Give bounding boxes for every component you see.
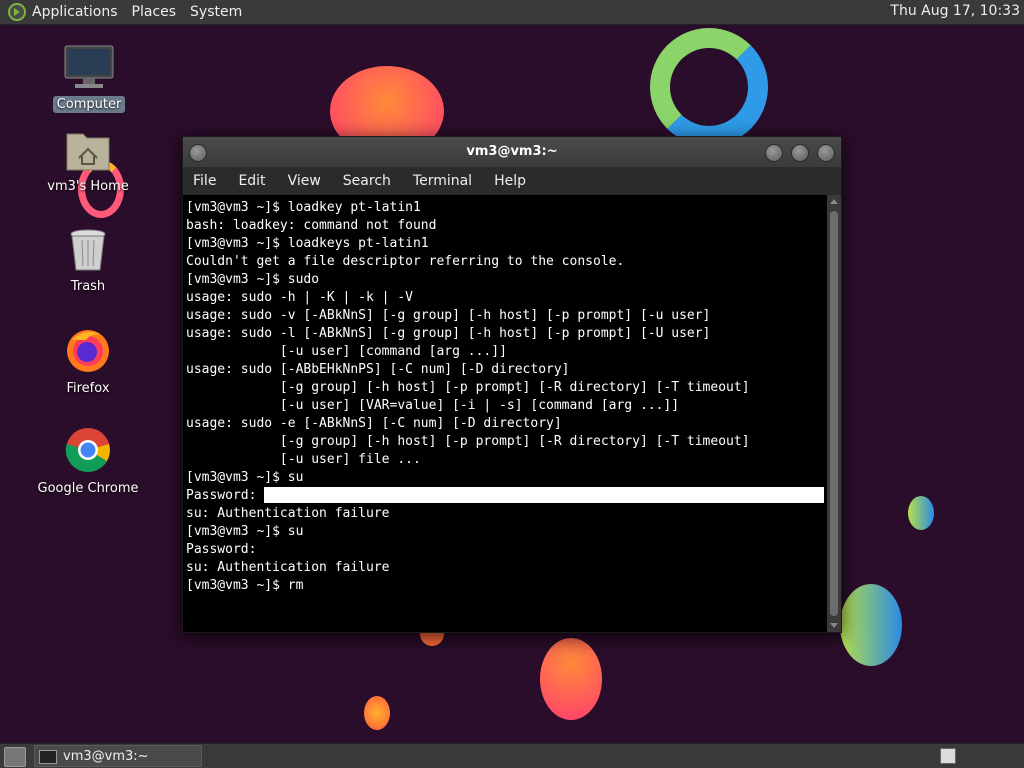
desktop-icon-firefox[interactable]: Firefox: [33, 326, 143, 397]
workspace-switcher[interactable]: [940, 748, 956, 764]
wallpaper-green-oval: [908, 496, 934, 530]
terminal-scrollbar[interactable]: [827, 195, 841, 632]
computer-icon: [64, 45, 114, 88]
clock[interactable]: Thu Aug 17, 10:33: [890, 3, 1020, 19]
desktop-icon-label: Computer: [52, 96, 126, 113]
taskbar-label: vm3@vm3:~: [63, 749, 149, 764]
desktop-icon-computer[interactable]: Computer: [34, 44, 144, 113]
chrome-icon: [65, 428, 110, 472]
window-title: vm3@vm3:~: [466, 144, 558, 159]
menu-search[interactable]: Search: [343, 173, 391, 189]
show-desktop-icon[interactable]: [4, 747, 26, 767]
menu-terminal[interactable]: Terminal: [413, 173, 472, 189]
terminal-output[interactable]: [vm3@vm3 ~]$ loadkey pt-latin1 bash: loa…: [183, 195, 827, 632]
desktop-icon-label: Firefox: [66, 381, 110, 396]
desktop-icon-chrome[interactable]: Google Chrome: [33, 426, 143, 497]
scroll-up-icon[interactable]: [830, 199, 838, 204]
taskbar-terminal-button[interactable]: vm3@vm3:~: [34, 745, 202, 767]
menu-view[interactable]: View: [288, 173, 321, 189]
window-menu-icon[interactable]: [189, 144, 207, 162]
wallpaper-blue-oval: [840, 584, 902, 666]
password-prompt: Password:: [186, 488, 265, 503]
menu-help[interactable]: Help: [494, 173, 526, 189]
system-menu[interactable]: System: [190, 4, 242, 20]
wallpaper-pink-oval: [540, 638, 602, 720]
desktop-icon-label: vm3's Home: [47, 179, 129, 194]
bottom-panel: vm3@vm3:~: [0, 743, 1024, 768]
terminal-text-after: su: Authentication failure [vm3@vm3 ~]$ …: [186, 506, 390, 593]
home-folder-icon: [66, 133, 110, 171]
wallpaper-ring: [650, 28, 768, 146]
terminal-text-before: [vm3@vm3 ~]$ loadkey pt-latin1 bash: loa…: [186, 200, 750, 485]
minimize-icon[interactable]: [765, 144, 783, 162]
places-menu[interactable]: Places: [132, 4, 177, 20]
wallpaper-small-orange: [364, 696, 390, 730]
maximize-icon[interactable]: [791, 144, 809, 162]
desktop-icon-label: Google Chrome: [37, 481, 139, 496]
selection-highlight: [264, 487, 825, 503]
terminal-icon: [39, 749, 57, 764]
top-panel: Applications Places System Thu Aug 17, 1…: [0, 0, 1024, 25]
desktop-icon-trash[interactable]: Trash: [33, 228, 143, 295]
scroll-down-icon[interactable]: [830, 623, 838, 628]
applications-menu[interactable]: Applications: [32, 4, 118, 20]
menu-edit[interactable]: Edit: [238, 173, 265, 189]
firefox-icon: [67, 330, 109, 372]
window-menubar: File Edit View Search Terminal Help: [183, 167, 841, 195]
terminal-window[interactable]: vm3@vm3:~ File Edit View Search Terminal…: [182, 136, 842, 633]
scrollbar-thumb[interactable]: [830, 211, 838, 616]
desktop-icon-home[interactable]: vm3's Home: [33, 128, 143, 195]
close-icon[interactable]: [817, 144, 835, 162]
distro-logo-icon[interactable]: [8, 3, 26, 21]
desktop-icon-label: Trash: [70, 279, 106, 294]
window-titlebar[interactable]: vm3@vm3:~: [183, 137, 841, 167]
trash-icon: [70, 229, 106, 271]
menu-file[interactable]: File: [193, 173, 216, 189]
